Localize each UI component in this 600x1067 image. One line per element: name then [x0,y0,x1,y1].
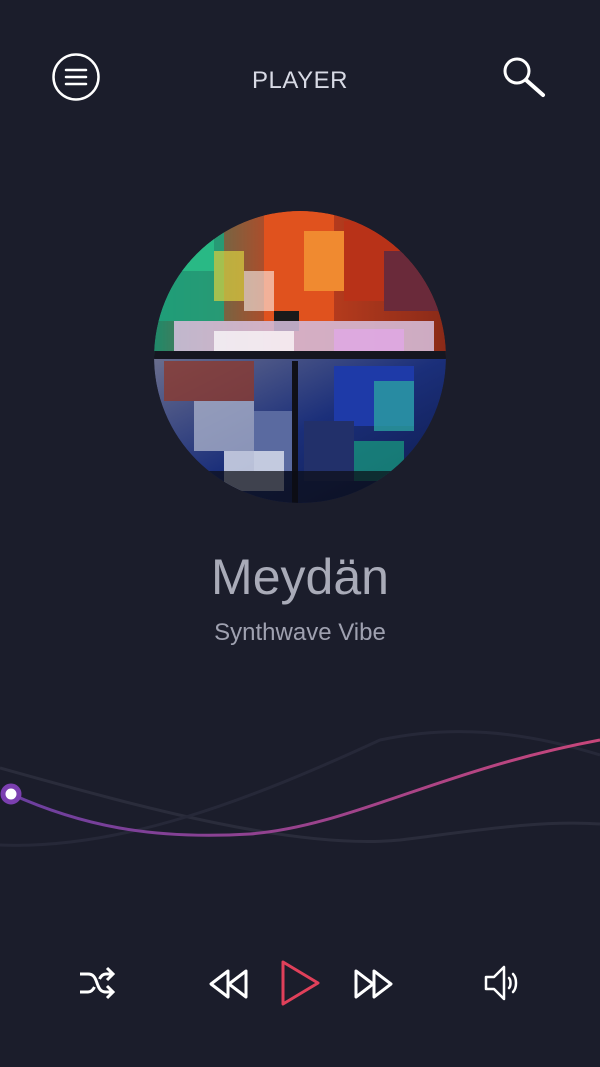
wave-background-2 [0,730,600,847]
next-button[interactable] [352,968,394,1000]
rewind-icon [209,969,248,999]
progress-track [10,738,600,837]
shuffle-button[interactable] [78,966,116,1000]
shuffle-icon [80,966,116,1000]
album-art [154,211,446,503]
volume-icon [484,965,518,1001]
track-artist: Synthwave Vibe [214,619,386,646]
fast-forward-icon [354,969,393,999]
track-title: Meydän [211,549,389,605]
wave-background-1 [0,766,600,844]
search-button[interactable] [501,55,547,99]
search-icon [503,57,545,97]
play-icon [281,960,320,1006]
progress-waveform[interactable] [0,700,600,880]
player-screen: PLAYER Meydän Synthwave Vibe [0,0,600,1067]
progress-thumb[interactable] [0,783,22,805]
volume-button[interactable] [483,962,525,1004]
play-button[interactable] [280,959,322,1007]
previous-button[interactable] [208,968,250,1000]
